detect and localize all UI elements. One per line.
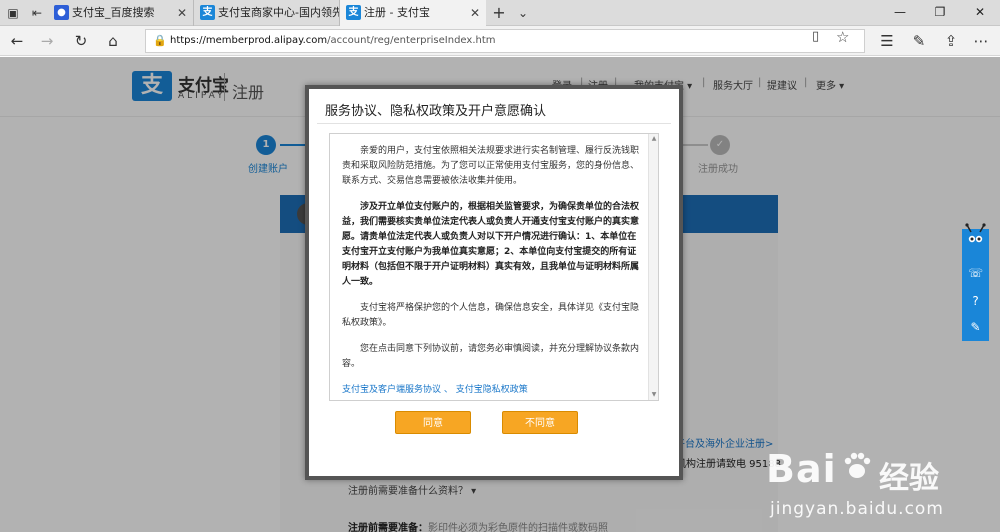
back-arrow-icon[interactable]: ← — [6, 30, 28, 52]
agreement-paragraph: 您在点击同意下列协议前，请您务必审慎阅读，并充分理解协议条款内容。 — [342, 344, 640, 369]
watermark-label: 经验 — [879, 461, 939, 496]
question-icon[interactable]: ? — [967, 293, 984, 310]
baidu-jingyan-watermark: Bai 经验 jingyan.baidu.com — [760, 447, 995, 532]
page: 支 支付宝 ALIPAY 注册 登录 | 注册 | 我的支付宝 ▾ | 服务大厅… — [0, 57, 1000, 532]
agreement-paragraph: 支付宝将严格保护您的个人信息，确保信息安全，具体详见《支付宝隐私权政策》。 — [342, 303, 640, 328]
agreement-links[interactable]: 支付宝及客户端服务协议 、 支付宝隐私权政策 — [342, 383, 640, 398]
watermark-url: jingyan.baidu.com — [770, 499, 944, 519]
favorites-hub-icon[interactable]: ☰ — [876, 30, 898, 52]
browser-tab-bar: ▣ ⇤ ● 支付宝_百度搜索 ✕ 支 支付宝商家中心-国内领先的 支 注册 - … — [0, 0, 1000, 26]
tab-title: 支付宝商家中心-国内领先的 — [218, 6, 339, 19]
tab-baidu-search[interactable]: ● 支付宝_百度搜索 ✕ — [48, 0, 194, 26]
robot-mascot-icon[interactable] — [962, 223, 989, 263]
scroll-down-icon[interactable]: ▼ — [650, 391, 658, 399]
browser-nav-bar: ← → ↻ ⌂ 🔒 https://memberprod.alipay.com/… — [0, 26, 1000, 56]
pen-icon[interactable]: ✎ — [908, 30, 930, 52]
maximize-button[interactable]: ❐ — [920, 0, 960, 26]
url-host: https://memberprod.alipay.com — [170, 35, 328, 46]
disagree-button[interactable]: 不同意 — [502, 411, 578, 434]
minimize-button[interactable]: — — [880, 0, 920, 26]
close-window-button[interactable]: ✕ — [960, 0, 1000, 26]
agreement-dialog: 服务协议、隐私权政策及开户意愿确认 亲爱的用户，支付宝依照相关法规要求进行实名制… — [305, 85, 683, 480]
home-icon[interactable]: ⌂ — [102, 30, 124, 52]
close-icon[interactable]: ✕ — [177, 0, 187, 26]
alipay-favicon-icon: 支 — [346, 5, 361, 20]
more-icon[interactable]: ⋯ — [970, 30, 992, 52]
alipay-favicon-icon: 支 — [200, 5, 215, 20]
url-path: /account/reg/enterpriseIndex.htm — [327, 35, 496, 46]
agreement-text: 亲爱的用户，支付宝依照相关法规要求进行实名制管理、履行反洗钱职责和采取风险防范措… — [342, 144, 640, 400]
agreement-paragraph: 亲爱的用户，支付宝依照相关法规要求进行实名制管理、履行反洗钱职责和采取风险防范措… — [342, 146, 640, 186]
support-icon[interactable]: ☏ — [967, 265, 984, 282]
address-bar[interactable]: 🔒 https://memberprod.alipay.com/account/… — [145, 29, 865, 53]
refresh-icon[interactable]: ↻ — [70, 30, 92, 52]
agree-button[interactable]: 同意 — [395, 411, 471, 434]
favorite-star-icon[interactable]: ☆ — [836, 28, 849, 46]
tab-merchant-center[interactable]: 支 支付宝商家中心-国内领先的 — [194, 0, 340, 26]
tab-list-chevron-icon[interactable]: ⌄ — [514, 4, 532, 22]
paw-icon — [844, 452, 871, 478]
agreement-scroll-box[interactable]: 亲爱的用户，支付宝依照相关法规要求进行实名制管理、履行反洗钱职责和采取风险防范措… — [329, 133, 659, 401]
agreement-paragraph-bold: 涉及开立单位支付账户的，根据相关监管要求，为确保贵单位的合法权益，我们需要核实贵… — [342, 202, 640, 287]
tab-title: 支付宝_百度搜索 — [72, 6, 155, 19]
reading-view-icon[interactable]: ▯ — [812, 29, 819, 44]
watermark-logo: Bai — [766, 447, 837, 491]
divider — [317, 123, 671, 124]
lock-icon: 🔒 — [153, 34, 167, 47]
tab-title: 注册 - 支付宝 — [364, 6, 430, 19]
forward-arrow-icon[interactable]: → — [36, 30, 58, 52]
edit-feedback-icon[interactable]: ✎ — [967, 319, 984, 336]
paw-icon: ● — [54, 5, 69, 20]
tab-actions-icon[interactable]: ▣ — [4, 4, 22, 22]
share-icon[interactable]: ⇪ — [940, 30, 962, 52]
close-icon[interactable]: ✕ — [470, 0, 480, 26]
scroll-up-icon[interactable]: ▲ — [650, 135, 658, 143]
scrollbar[interactable]: ▲ ▼ — [648, 134, 658, 400]
tab-register-alipay[interactable]: 支 注册 - 支付宝 ✕ — [340, 0, 486, 26]
dialog-title: 服务协议、隐私权政策及开户意愿确认 — [325, 104, 547, 119]
new-tab-button[interactable]: + — [490, 4, 508, 22]
set-aside-tabs-icon[interactable]: ⇤ — [28, 4, 46, 22]
